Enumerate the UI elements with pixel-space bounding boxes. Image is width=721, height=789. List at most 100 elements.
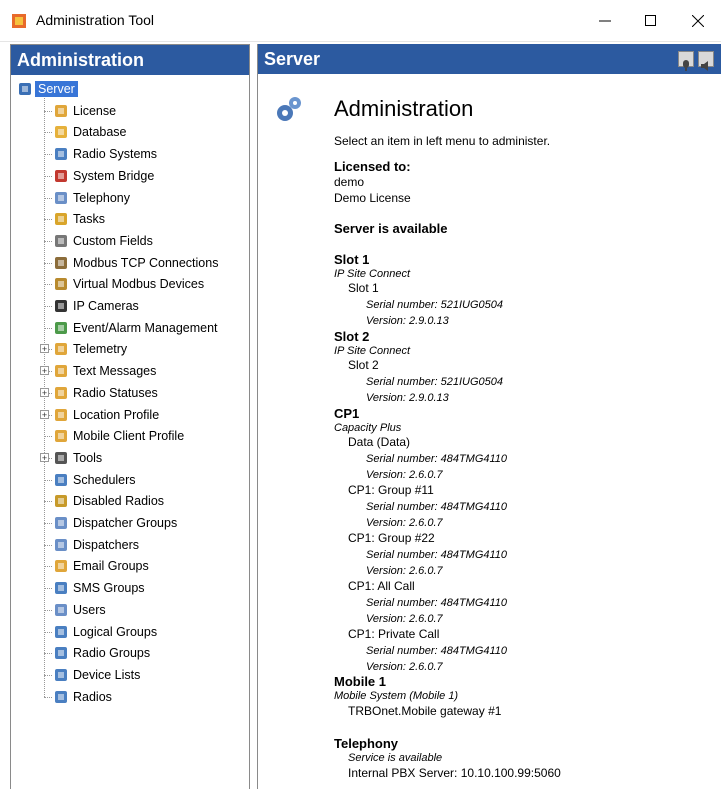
speaker-button[interactable]: [698, 51, 714, 71]
close-button[interactable]: [675, 0, 721, 41]
tree-connector: [44, 523, 52, 524]
tree-item-mobile-client-profile[interactable]: Mobile Client Profile: [44, 426, 184, 446]
microphone-button[interactable]: [678, 51, 694, 71]
tree-item-telephony[interactable]: Telephony: [44, 188, 130, 208]
mobile1-title: Mobile 1: [334, 674, 387, 689]
radio-statuses-icon: [53, 385, 69, 401]
tree-item-server[interactable]: Server: [17, 79, 78, 99]
server-status: Server is available: [334, 221, 448, 236]
ip-camera-icon: [53, 298, 69, 314]
tree-item-radio-systems[interactable]: Radio Systems: [44, 144, 157, 164]
page-subtitle: Select an item in left menu to administe…: [334, 134, 551, 148]
maximize-button[interactable]: [628, 0, 674, 41]
tree-connector: [44, 132, 52, 134]
tree-item-dispatchers[interactable]: Dispatchers: [44, 535, 139, 555]
tree-item-tasks[interactable]: Tasks: [44, 209, 105, 229]
tree-item-database[interactable]: Database: [44, 122, 127, 142]
licensed-to-label: Licensed to:: [334, 159, 411, 174]
tree-item-dispatcher-groups[interactable]: Dispatcher Groups: [44, 513, 177, 533]
tree-item-tools[interactable]: + Tools: [40, 448, 102, 468]
telephony-status: Service is available: [348, 752, 443, 764]
slot2-name: Slot 2: [348, 358, 379, 372]
cp1-channel-serial: Serial number: 484TMG4110: [366, 549, 508, 561]
tree-connector: [44, 262, 52, 264]
tree-item-radio-statuses[interactable]: + Radio Statuses: [40, 383, 158, 403]
tree-item-location-profile[interactable]: + Location Profile: [40, 405, 160, 425]
tree-connector: [44, 479, 52, 481]
tree-item-radio-groups[interactable]: Radio Groups: [44, 643, 150, 663]
email-icon: [53, 558, 69, 574]
tree-item-label: Event/Alarm Management: [73, 320, 218, 335]
tree-item-modbus-tcp-connections[interactable]: Modbus TCP Connections: [44, 253, 219, 273]
tree-item-ip-cameras[interactable]: IP Cameras: [44, 296, 139, 316]
cp1-channel-version: Version: 2.6.0.7: [366, 565, 443, 577]
cp1-channel-name: CP1: Group #11: [348, 483, 434, 497]
tree-item-label: Location Profile: [73, 407, 160, 422]
tree-item-label: Text Messages: [73, 364, 157, 379]
telemetry-icon: [53, 341, 69, 357]
tree-item-custom-fields[interactable]: Custom Fields: [44, 231, 153, 251]
tree-item-sms-groups[interactable]: SMS Groups: [44, 578, 145, 598]
tree-item-logical-groups[interactable]: Logical Groups: [44, 622, 158, 642]
expand-toggle[interactable]: +: [40, 344, 49, 354]
left-panel: Administration Server License Database Radi…: [10, 44, 250, 789]
tree-item-telemetry[interactable]: + Telemetry: [40, 339, 127, 359]
tree-item-label: Modbus TCP Connections: [73, 255, 219, 270]
slot2-type: IP Site Connect: [334, 345, 411, 357]
minimize-button[interactable]: [582, 0, 628, 41]
expand-toggle[interactable]: +: [40, 387, 49, 397]
tree-connector: [44, 674, 52, 676]
expand-toggle[interactable]: +: [40, 409, 49, 419]
tree-connector: [44, 588, 52, 590]
license-icon: [53, 103, 69, 119]
cp1-channel-serial: Serial number: 484TMG4110: [366, 645, 508, 657]
right-panel-title: Server: [264, 49, 321, 69]
tree-item-radios[interactable]: Radios: [44, 687, 112, 707]
tree-item-disabled-radios[interactable]: Disabled Radios: [44, 491, 164, 511]
right-panel: Server Administration Select an item in …: [257, 44, 721, 789]
slot1-title: Slot 1: [334, 252, 370, 267]
tree-item-email-groups[interactable]: Email Groups: [44, 556, 149, 576]
expand-toggle[interactable]: +: [40, 452, 49, 462]
tree-item-schedulers[interactable]: Schedulers: [44, 470, 136, 490]
slot2-title: Slot 2: [334, 329, 370, 344]
minimize-icon: [599, 20, 611, 21]
logical-groups-icon: [53, 624, 69, 640]
tree-connector: [44, 240, 52, 242]
clock-icon: [53, 472, 69, 488]
cp1-channel-version: Version: 2.6.0.7: [366, 469, 443, 481]
maximize-icon: [645, 14, 656, 26]
tree-item-text-messages[interactable]: + Text Messages: [40, 361, 157, 381]
tree-item-users[interactable]: Users: [44, 600, 106, 620]
tree-item-label: Logical Groups: [73, 624, 158, 639]
cp1-channel-name: CP1: Private Call: [348, 627, 440, 641]
tree-connector: [44, 696, 52, 698]
database-icon: [53, 124, 69, 140]
slot2-version: Version: 2.9.0.13: [366, 392, 449, 404]
cp1-channel-serial: Serial number: 484TMG4110: [366, 597, 508, 609]
cp1-channel-name: Data (Data): [348, 435, 411, 449]
expand-toggle[interactable]: +: [40, 366, 49, 376]
tree-item-device-lists[interactable]: Device Lists: [44, 665, 140, 685]
users-icon: [53, 602, 69, 618]
cp1-type: Capacity Plus: [334, 422, 402, 434]
tree-item-system-bridge[interactable]: System Bridge: [44, 166, 154, 186]
lock-icon: [53, 493, 69, 509]
tree-item-label: Tasks: [73, 212, 105, 227]
tree-connector: [44, 436, 52, 438]
tree-item-virtual-modbus-devices[interactable]: Virtual Modbus Devices: [44, 274, 204, 294]
dispatchers-icon: [53, 537, 69, 553]
tree-item-label: Server: [35, 81, 78, 97]
tree-connector: [44, 327, 52, 329]
tree-item-license[interactable]: License: [44, 101, 116, 121]
microphone-icon: [683, 60, 689, 71]
tree-item-label: Email Groups: [73, 559, 149, 574]
location-profile-icon: [53, 407, 69, 423]
tree-connector: [44, 631, 52, 633]
license-name: Demo License: [334, 191, 411, 205]
virtual-modbus-icon: [53, 276, 69, 292]
tree-item-event-alarm-management[interactable]: Event/Alarm Management: [44, 318, 218, 338]
page-title: Administration: [334, 96, 474, 121]
mobile1-gateway: TRBOnet.Mobile gateway #1: [348, 704, 502, 718]
tree-item-label: Schedulers: [73, 472, 136, 487]
